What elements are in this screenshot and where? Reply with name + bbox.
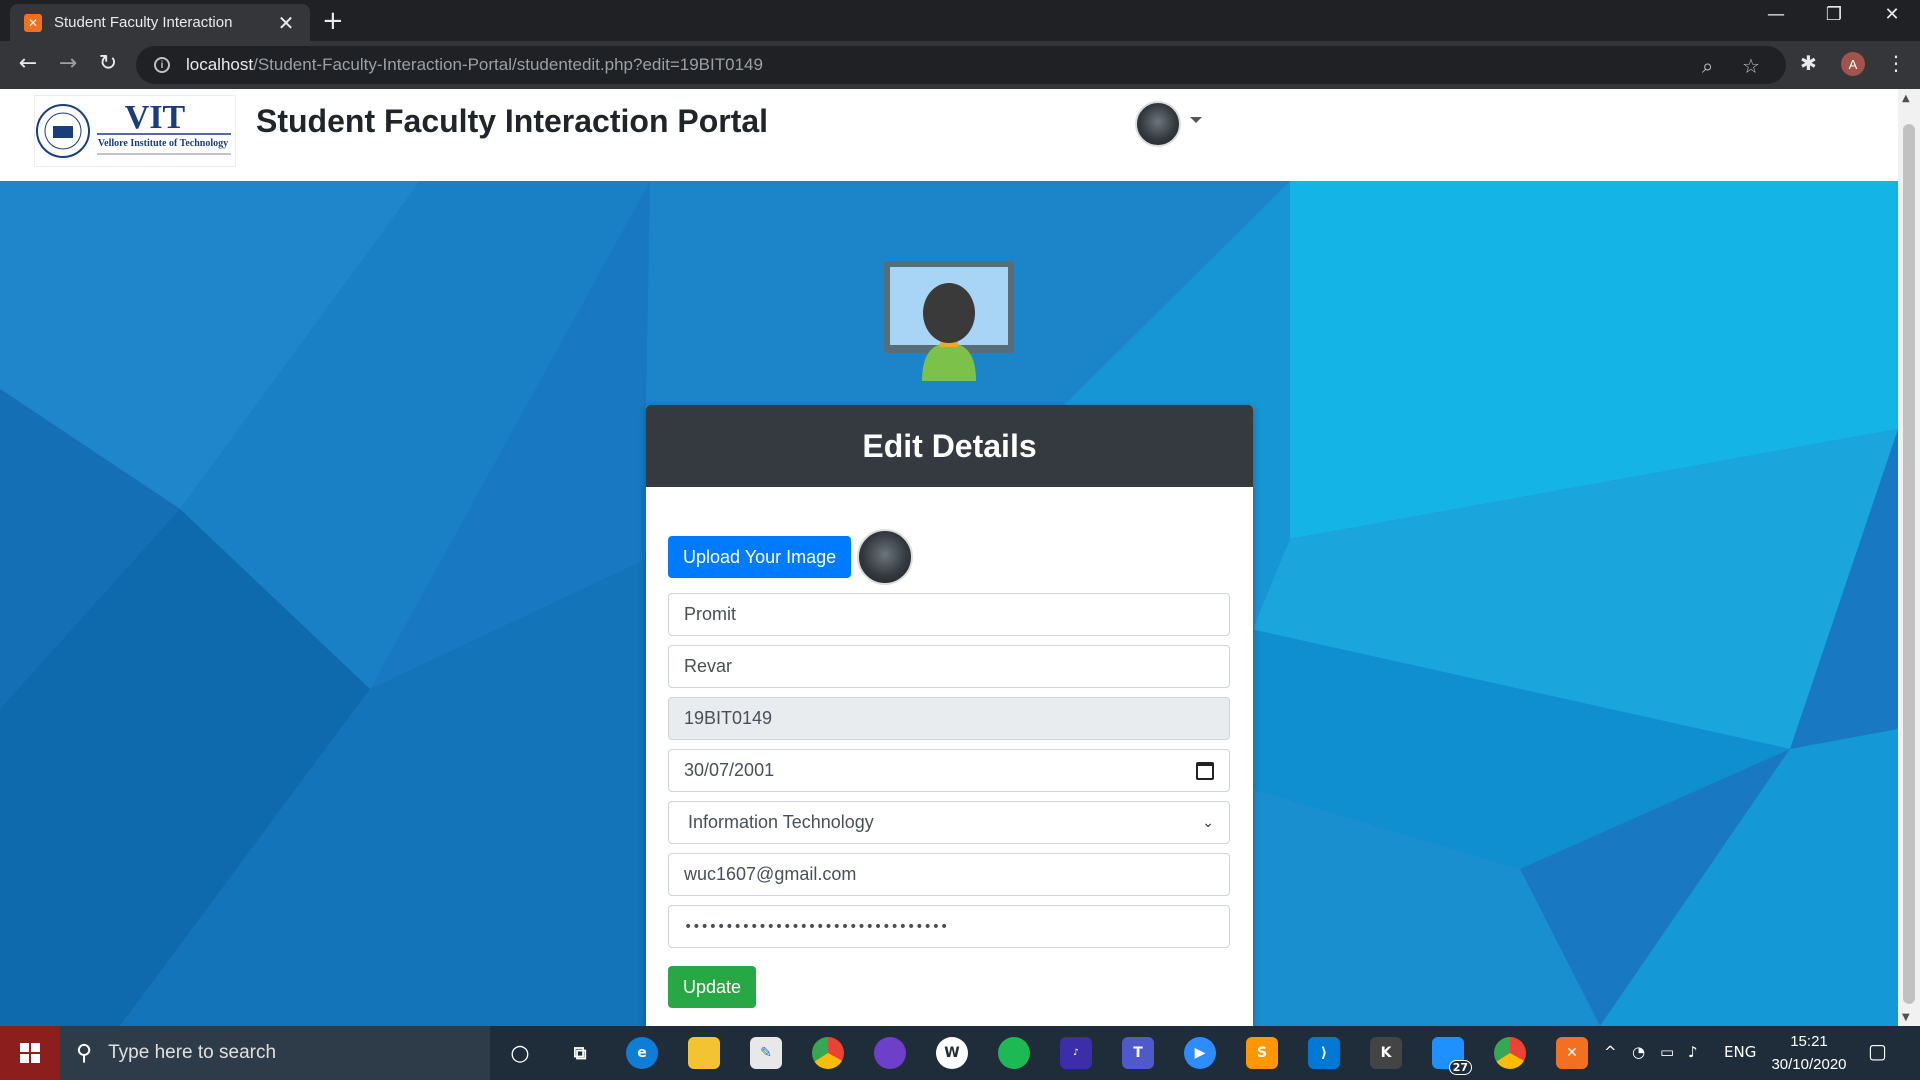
info-icon[interactable]: i <box>154 57 170 73</box>
update-button[interactable]: Update <box>668 966 757 1008</box>
windows-taskbar: ⚲ Type here to search ○ ⧉ e ✎ W ♪ T ▶ S … <box>0 1026 1920 1080</box>
browser-toolbar: ← → ↻ i localhost /Student-Faculty-Inter… <box>0 41 1920 89</box>
system-clock[interactable]: 15:21 30/10/2020 <box>1764 1030 1854 1076</box>
password-input[interactable]: •••••••••••••••••••••••••••••••• <box>668 905 1230 948</box>
wifi-icon[interactable]: ◔ <box>1632 1043 1645 1061</box>
first-name-value: Promit <box>684 604 737 624</box>
scroll-up-icon[interactable]: ▲ <box>1902 93 1910 104</box>
profile-avatar[interactable]: A <box>1841 52 1865 76</box>
search-placeholder: Type here to search <box>108 1042 277 1063</box>
department-value: Information Technology <box>688 812 874 832</box>
calendar-icon[interactable] <box>1196 761 1214 780</box>
browser-tab-strip: ✕ Student Faculty Interaction ✕ + — ❐ ✕ <box>0 0 1920 41</box>
close-window-icon[interactable]: ✕ <box>1864 4 1920 25</box>
extensions-icon[interactable]: ✱ <box>1800 51 1817 75</box>
address-bar[interactable]: i localhost /Student-Faculty-Interaction… <box>136 46 1786 84</box>
notifications-app-icon[interactable]: 27 <box>1432 1037 1472 1075</box>
profile-image-thumbnail <box>857 529 914 585</box>
zoom-app-icon[interactable]: ▶ <box>1184 1037 1216 1069</box>
tab-title: Student Faculty Interaction <box>54 14 233 31</box>
action-center-icon[interactable]: ▢ <box>1868 1039 1887 1063</box>
tray-chevron-up-icon[interactable]: ^ <box>1604 1043 1617 1061</box>
browser-tab[interactable]: ✕ Student Faculty Interaction ✕ <box>10 4 310 41</box>
sublime-icon[interactable]: S <box>1246 1037 1278 1069</box>
scrollbar-thumb[interactable] <box>1903 124 1915 1004</box>
site-title: Student Faculty Interaction Portal <box>256 103 769 139</box>
start-button[interactable] <box>0 1026 60 1080</box>
chrome-icon[interactable] <box>812 1037 844 1069</box>
student-avatar-illustration <box>884 261 1014 381</box>
email-input[interactable]: wuc1607@gmail.com <box>668 853 1230 896</box>
dob-input[interactable]: 30/07/2001 <box>668 749 1230 792</box>
department-select[interactable]: Information Technology ⌄ <box>668 801 1230 844</box>
last-name-input[interactable]: Revar <box>668 645 1230 688</box>
battery-icon[interactable]: ▭ <box>1660 1043 1674 1061</box>
close-tab-icon[interactable]: ✕ <box>276 11 296 35</box>
badge-count: 27 <box>1448 1060 1472 1075</box>
cortana-icon[interactable]: ○ <box>504 1037 536 1069</box>
amazon-music-icon[interactable]: ♪ <box>1060 1037 1092 1069</box>
edit-form: Upload Your Image Promit Revar 19BIT0149… <box>646 487 1253 1008</box>
github-icon[interactable] <box>874 1037 906 1069</box>
page-viewport: VIT Vellore Institute of Technology Stud… <box>0 89 1898 1026</box>
reload-icon[interactable]: ↻ <box>94 51 122 76</box>
registration-number-value: 19BIT0149 <box>684 708 773 728</box>
file-explorer-icon[interactable] <box>688 1037 720 1069</box>
chrome-active-icon[interactable] <box>1494 1037 1526 1069</box>
upload-image-button[interactable]: Upload Your Image <box>668 536 852 578</box>
restore-icon[interactable]: ❐ <box>1806 4 1862 25</box>
menu-icon[interactable]: ⋮ <box>1886 51 1906 75</box>
password-value: •••••••••••••••••••••••••••••••• <box>684 918 949 935</box>
forward-icon[interactable]: → <box>54 51 82 76</box>
edit-details-card: Edit Details Upload Your Image Promit Re… <box>646 405 1253 1026</box>
new-tab-button[interactable]: + <box>322 6 344 36</box>
kotlin-ide-icon[interactable]: K <box>1370 1037 1402 1069</box>
windows-logo-icon <box>20 1043 40 1063</box>
registration-number-input: 19BIT0149 <box>668 697 1230 740</box>
dropdown-caret-icon[interactable] <box>1190 117 1202 123</box>
notepad-icon[interactable]: ✎ <box>750 1037 782 1069</box>
upload-row: Upload Your Image <box>668 529 1231 585</box>
site-navbar: VIT Vellore Institute of Technology Stud… <box>0 89 1898 181</box>
zoom-icon[interactable]: ⌕ <box>1702 54 1713 78</box>
svg-text:VIT: VIT <box>125 99 186 136</box>
minimize-icon[interactable]: — <box>1748 4 1804 25</box>
word-icon[interactable]: W <box>936 1037 968 1069</box>
volume-icon[interactable]: ♪ <box>1688 1043 1698 1061</box>
svg-text:Vellore Institute of Technolog: Vellore Institute of Technology <box>98 138 228 149</box>
email-value: wuc1607@gmail.com <box>684 864 857 884</box>
task-view-icon[interactable]: ⧉ <box>564 1037 596 1069</box>
teams-icon[interactable]: T <box>1122 1037 1154 1069</box>
vscode-icon[interactable]: ⟩ <box>1308 1037 1340 1069</box>
language-indicator[interactable]: ENG <box>1724 1043 1756 1061</box>
scroll-down-icon[interactable]: ▼ <box>1902 1012 1910 1023</box>
vit-logo[interactable]: VIT Vellore Institute of Technology <box>34 95 236 167</box>
edge-icon[interactable]: e <box>626 1037 658 1069</box>
xampp-icon[interactable]: ✕ <box>1556 1037 1588 1069</box>
clock-date: 30/10/2020 <box>1771 1056 1847 1073</box>
url-path: /Student-Faculty-Interaction-Portal/stud… <box>253 55 763 74</box>
xampp-favicon-icon: ✕ <box>24 13 42 32</box>
search-icon: ⚲ <box>76 1040 93 1066</box>
last-name-value: Revar <box>684 656 733 676</box>
spotify-icon[interactable] <box>998 1037 1030 1069</box>
bookmark-star-icon[interactable]: ☆ <box>1742 54 1760 78</box>
taskbar-search[interactable]: ⚲ Type here to search <box>60 1026 490 1080</box>
dob-value: 30/07/2001 <box>684 760 775 780</box>
clock-time: 15:21 <box>1790 1033 1828 1050</box>
back-icon[interactable]: ← <box>14 51 42 76</box>
user-avatar[interactable] <box>1135 101 1181 147</box>
chevron-down-icon: ⌄ <box>1202 814 1214 831</box>
url-host: localhost <box>186 55 254 74</box>
card-header: Edit Details <box>646 405 1253 487</box>
first-name-input[interactable]: Promit <box>668 593 1230 636</box>
card-title: Edit Details <box>862 427 1037 464</box>
